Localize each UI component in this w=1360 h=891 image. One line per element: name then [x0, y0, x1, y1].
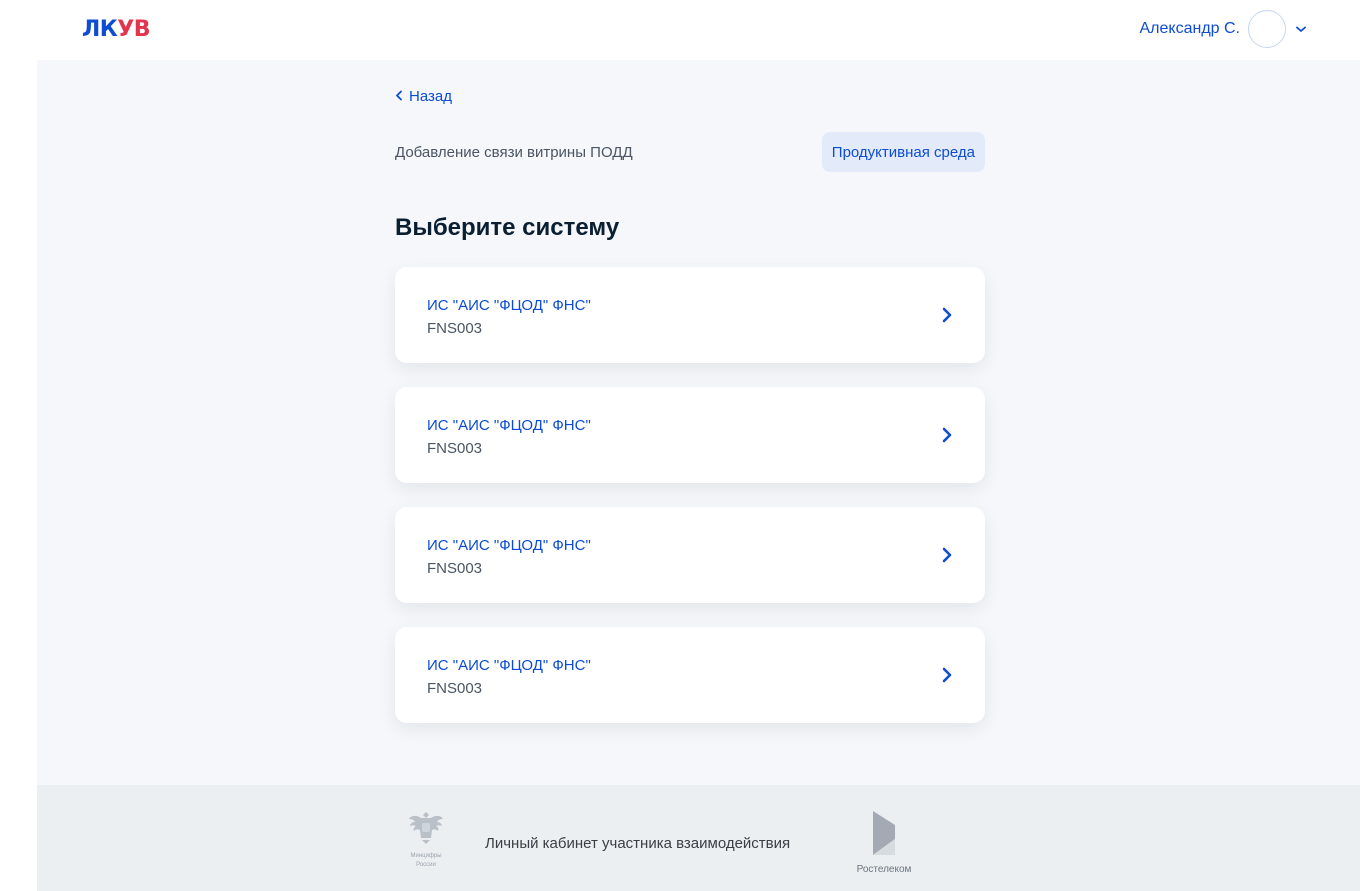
system-name: ИС "АИС "ФЦОД" ФНС" [427, 297, 591, 314]
chevron-right-icon [937, 545, 957, 565]
ministry-logo: Минцифры России [401, 810, 451, 869]
system-name: ИС "АИС "ФЦОД" ФНС" [427, 657, 591, 674]
chevron-right-icon [937, 425, 957, 445]
top-bar: ЛКУВ Александр С. [0, 0, 1360, 60]
logo-part-2: УВ [117, 17, 150, 42]
partner-label: Ростелеком [856, 864, 912, 875]
chevron-down-icon[interactable] [1294, 22, 1308, 36]
ministry-label-line1: Минцифры [410, 853, 442, 859]
system-code: FNS003 [427, 680, 483, 697]
system-name: ИС "АИС "ФЦОД" ФНС" [427, 537, 591, 554]
page-title: Выберите систему [395, 214, 620, 241]
app-logo[interactable]: ЛКУВ [82, 19, 150, 41]
system-card[interactable]: ИС "АИС "ФЦОД" ФНС" FNS003 [395, 267, 985, 363]
footer: Минцифры России Личный кабинет участника… [37, 785, 1360, 891]
ministry-label-line2: России [416, 862, 436, 868]
user-menu[interactable]: Александр С. [1140, 9, 1309, 49]
chevron-right-icon [937, 665, 957, 685]
footer-cabinet-text: Личный кабинет участника взаимодействия [485, 835, 791, 852]
coat-of-arms-icon [409, 812, 443, 844]
main-area: Назад Добавление связи витрины ПОДД Прод… [37, 60, 1360, 785]
user-name: Александр С. [1139, 20, 1241, 37]
back-link[interactable]: Назад [395, 88, 452, 105]
system-code: FNS003 [427, 320, 483, 337]
system-list: ИС "АИС "ФЦОД" ФНС" FNS003 ИС "АИС "ФЦОД… [395, 267, 985, 747]
chevron-left-icon [395, 88, 403, 105]
back-label: Назад [409, 88, 452, 105]
system-name: ИС "АИС "ФЦОД" ФНС" [427, 417, 591, 434]
rostelecom-icon [873, 811, 895, 855]
chevron-right-icon [937, 305, 957, 325]
system-card[interactable]: ИС "АИС "ФЦОД" ФНС" FNS003 [395, 387, 985, 483]
system-code: FNS003 [427, 440, 483, 457]
system-card[interactable]: ИС "АИС "ФЦОД" ФНС" FNS003 [395, 627, 985, 723]
logo-part-1: ЛК [82, 17, 118, 42]
system-code: FNS003 [427, 560, 483, 577]
rostelecom-logo: Ростелеком [849, 809, 919, 875]
system-card[interactable]: ИС "АИС "ФЦОД" ФНС" FNS003 [395, 507, 985, 603]
avatar[interactable] [1248, 10, 1286, 48]
page-subtitle: Добавление связи витрины ПОДД [395, 144, 633, 161]
environment-badge: Продуктивная среда [821, 132, 985, 172]
